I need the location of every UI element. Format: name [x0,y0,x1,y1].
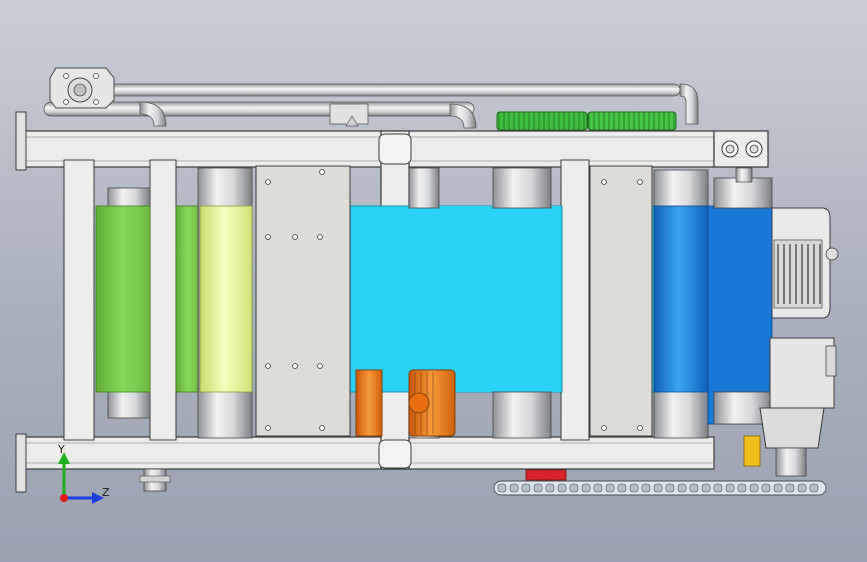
bottom-fittings [139,468,171,492]
chain-link [713,483,723,493]
bolt [637,425,643,431]
chain-link [617,483,627,493]
drive-gear-pair [496,111,677,131]
chain-link [593,483,603,493]
bolt [292,234,298,240]
chain-link [725,483,735,493]
chain-link [509,483,519,493]
z-axis-label: Z [102,486,110,499]
chain-link [749,483,759,493]
chain-link [665,483,675,493]
chain-link [641,483,651,493]
chain-link [653,483,663,493]
conveyor-assembly-drawing [15,67,839,496]
chain-link [497,483,507,493]
bolt [601,179,607,185]
chain-link [689,483,699,493]
flange-inlet [49,67,115,109]
drive-chain [493,480,827,496]
chain-link [521,483,531,493]
chain-link [605,483,615,493]
bolt [317,363,323,369]
cad-viewport[interactable]: Y Z [0,0,867,562]
chain-link [581,483,591,493]
chain-link [545,483,555,493]
chain-link [809,483,819,493]
chain-link [797,483,807,493]
bolt [265,234,271,240]
y-axis-label: Y [58,443,65,456]
chain-link [629,483,639,493]
chain-link [785,483,795,493]
bolt [317,234,323,240]
chain-link [569,483,579,493]
bolt [265,363,271,369]
bolt [265,425,271,431]
bolt [319,169,325,175]
chain-link [737,483,747,493]
chain-link [677,483,687,493]
x-axis-origin [60,494,68,502]
chain-link [761,483,771,493]
bolt [601,425,607,431]
chain-link [533,483,543,493]
chain-link [701,483,711,493]
chain-link [557,483,567,493]
bolt [319,425,325,431]
bolt [637,179,643,185]
bolt [265,179,271,185]
chain-link [773,483,783,493]
bolt [292,363,298,369]
